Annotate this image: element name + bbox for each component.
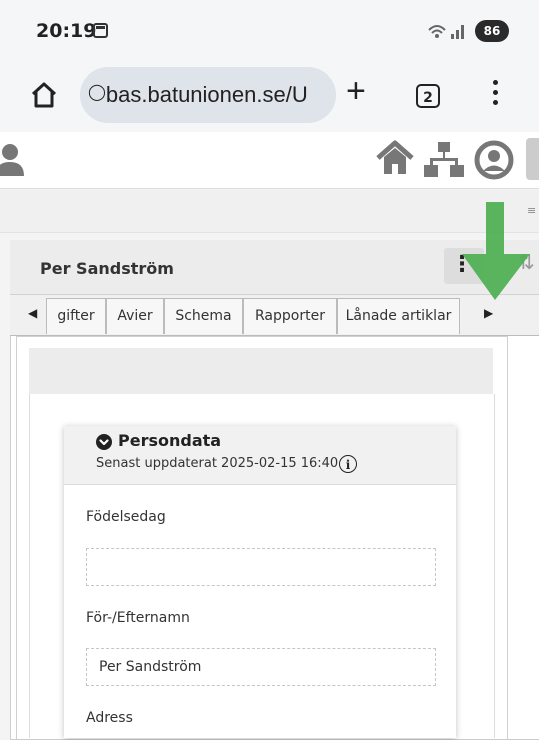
content-header <box>29 348 493 394</box>
header-edge-icon[interactable] <box>526 138 539 180</box>
home-icon[interactable] <box>30 81 58 109</box>
user-icon[interactable] <box>0 142 24 178</box>
tab-switcher-button[interactable]: 2 <box>416 84 440 108</box>
birthdate-label: Födelsedag <box>86 509 166 525</box>
tab-scroll-right-icon[interactable]: ▶ <box>484 306 493 320</box>
new-tab-button[interactable]: + <box>346 74 366 108</box>
tab-schema[interactable]: Schema <box>164 298 243 334</box>
url-value: bas.batunionen.se/U <box>105 82 308 107</box>
birthdate-field[interactable] <box>86 548 436 586</box>
tab-gifter[interactable]: gifter <box>46 298 106 334</box>
gallery-notification-icon <box>93 23 108 38</box>
info-icon[interactable]: i <box>339 455 357 473</box>
tab-lanade-artiklar[interactable]: Lånade artiklar <box>337 298 460 334</box>
site-info-icon[interactable]: ◯ <box>88 84 106 101</box>
tab-rapporter[interactable]: Rapporter <box>243 298 337 334</box>
persondata-title: Persondata <box>118 431 222 450</box>
last-updated-text: Senast uppdaterat 2025-02-15 16:40 <box>96 456 339 471</box>
arrow-down-icon <box>458 198 536 304</box>
tab-avier[interactable]: Avier <box>106 298 164 334</box>
battery-indicator: 86 <box>475 20 509 42</box>
tab-scroll-left-icon[interactable]: ◀ <box>28 306 37 320</box>
home-nav-icon[interactable] <box>376 140 414 176</box>
profile-icon[interactable] <box>474 140 514 180</box>
organization-icon[interactable] <box>424 140 464 178</box>
status-time: 20:19 <box>36 20 97 42</box>
panel-title: Per Sandström <box>40 259 174 278</box>
browser-menu-icon[interactable] <box>492 80 500 110</box>
address-bar-text[interactable]: ◯bas.batunionen.se/U <box>88 82 308 108</box>
name-label: För-/Efternamn <box>86 610 190 626</box>
name-field[interactable]: Per Sandström <box>86 648 436 686</box>
signal-icon <box>427 22 467 44</box>
chevron-down-icon[interactable] <box>96 434 112 450</box>
address-label: Adress <box>86 710 133 726</box>
